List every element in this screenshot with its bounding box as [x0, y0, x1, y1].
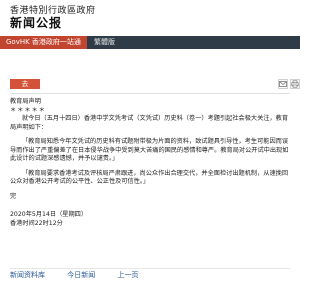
paragraph-statement-2: 「教育局要求香港考试及评核局严肃跟进，尚公众作出合理交代，并全面检讨出题机制，从… — [10, 169, 289, 186]
footer-links: 新闻资料库 今日新闻 上一页 — [10, 268, 290, 280]
printer-icon[interactable] — [290, 79, 300, 89]
back-button[interactable]: 去 — [10, 79, 40, 89]
top-navbar: GovHK 香港政府一站通 繁體版 — [0, 36, 300, 49]
department-name: 教育局声明 — [10, 98, 41, 105]
paragraph-statement-1: 「教育局知悉今年文凭试的历史科有试题附带极为片面的资料，致试题具引导性，考生可能… — [10, 138, 289, 162]
release-date: 2020年5月14日（星期四） — [10, 211, 88, 218]
previous-page-link[interactable]: 上一页 — [117, 271, 138, 280]
news-archive-link[interactable]: 新闻资料库 — [10, 271, 45, 280]
end-mark: 完 — [10, 192, 17, 200]
traditional-chinese-link[interactable]: 繁體版 — [88, 36, 121, 49]
release-time: 香港时间22时12分 — [10, 219, 63, 227]
press-release-body: 教育局声明 ＊＊＊＊＊ 就今日（五月十四日）香港中学文凭考试（文凭试）历史科（卷… — [10, 98, 292, 228]
paragraph-intro: 就今日（五月十四日）香港中学文凭考试（文凭试）历史科（卷一）考題引起社会极大关注… — [10, 115, 289, 131]
page-header: 香港特別行政區政府 新闻公报 — [0, 0, 300, 36]
site-title: 新闻公报 — [10, 16, 63, 30]
todays-news-link[interactable]: 今日新闻 — [67, 271, 95, 280]
envelope-icon[interactable] — [278, 79, 288, 89]
divider — [10, 93, 290, 94]
govhk-link[interactable]: GovHK 香港政府一站通 — [0, 36, 87, 49]
separator-stars: ＊＊＊＊＊ — [10, 106, 46, 114]
